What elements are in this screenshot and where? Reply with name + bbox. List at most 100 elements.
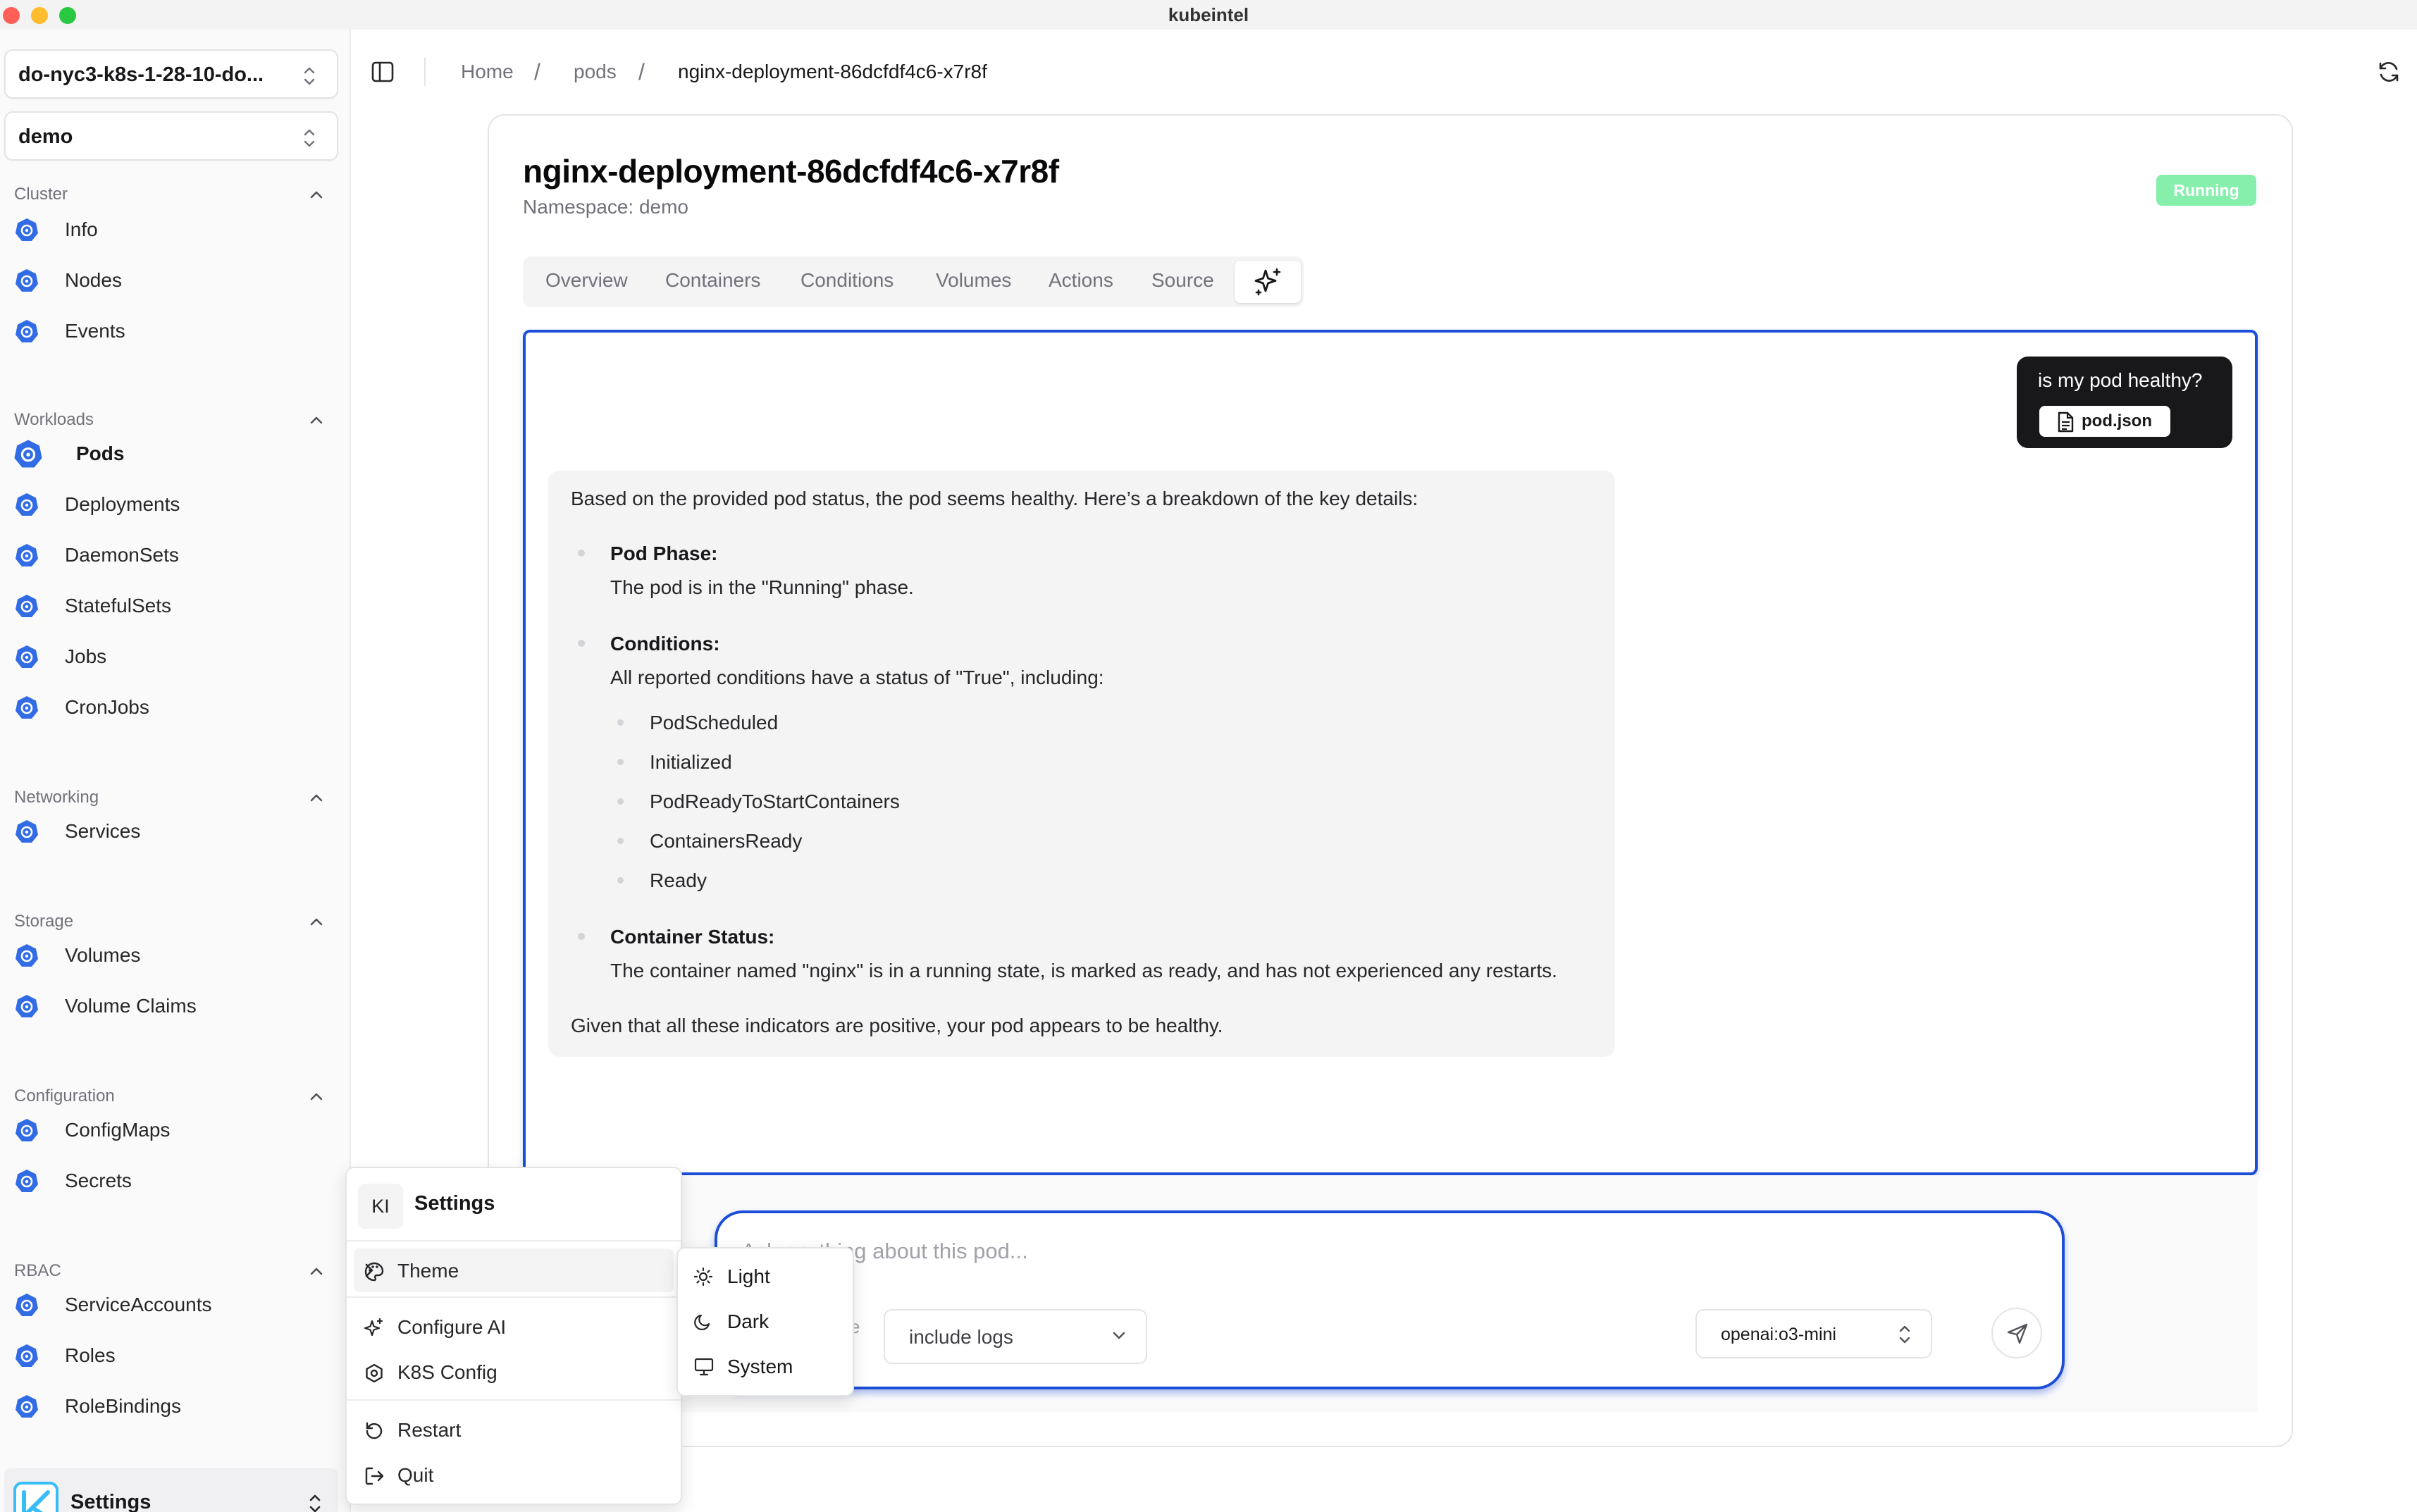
attachment-chip[interactable]: pod.json [2039, 406, 2170, 437]
menu-item-theme[interactable]: Theme [354, 1248, 674, 1292]
sidebar-item-deployments[interactable]: Deployments [10, 483, 334, 526]
sidebar: do-nyc3-k8s-1-28-10-do... demo Cluster In… [0, 30, 351, 1512]
send-button[interactable] [1991, 1308, 2042, 1358]
chevron-up-icon[interactable] [306, 187, 327, 202]
moon-icon [694, 1314, 710, 1330]
header-divider [424, 58, 426, 86]
sidebar-item-cronjobs[interactable]: CronJobs [10, 686, 334, 729]
sidebar-item-events[interactable]: Events [10, 309, 334, 353]
sidebar-settings-label: Settings [70, 1491, 152, 1512]
theme-option-dark[interactable]: Dark [684, 1301, 847, 1341]
menu-item-label: Quit [397, 1464, 434, 1486]
kubeintel-logo-icon [13, 1482, 58, 1512]
sidebar-item-volume-claims[interactable]: Volume Claims [10, 984, 334, 1028]
sparkles-icon [364, 1318, 383, 1337]
tab-containers[interactable]: Containers [665, 269, 760, 292]
condition-item: PodScheduled [650, 712, 779, 733]
cluster-selector-value: do-nyc3-k8s-1-28-10-do... [18, 63, 264, 86]
tab-volumes[interactable]: Volumes [936, 269, 1011, 292]
tab-ai-chat[interactable] [1235, 261, 1301, 303]
tab-actions[interactable]: Actions [1049, 269, 1113, 292]
sidebar-item-services[interactable]: Services [10, 810, 334, 853]
sidebar-item-rolebindings[interactable]: RoleBindings [10, 1384, 334, 1428]
condition-item: Initialized [650, 751, 732, 773]
theme-option-system[interactable]: System [684, 1346, 847, 1387]
sidebar-item-label: Info [65, 218, 98, 240]
user-message-text: is my pod healthy? [2038, 369, 2203, 391]
chevrons-up-down-icon [309, 1494, 321, 1512]
settings-menu-title: Settings [414, 1192, 495, 1215]
sidebar-item-label: DaemonSets [65, 544, 179, 566]
namespace-selector[interactable]: demo [4, 111, 338, 161]
toggle-sidebar-icon[interactable] [371, 61, 395, 83]
menu-item-label: Theme [397, 1260, 459, 1282]
sidebar-item-secrets[interactable]: Secrets [10, 1159, 334, 1203]
breadcrumb-pods[interactable]: pods [574, 61, 617, 83]
container-heading: Container Status: [610, 926, 775, 948]
sidebar-item-label: Events [65, 320, 125, 342]
list-bullet [578, 640, 585, 647]
sidebar-item-nodes[interactable]: Nodes [10, 259, 334, 302]
sidebar-item-label: StatefulSets [65, 595, 171, 616]
tab-overview[interactable]: Overview [545, 269, 628, 292]
menu-item-label: K8S Config [397, 1361, 497, 1383]
menu-item-quit[interactable]: Quit [354, 1453, 674, 1496]
kubernetes-resource-icon [14, 819, 39, 848]
sidebar-item-label: ServiceAccounts [65, 1294, 212, 1315]
include-logs-select[interactable]: include logs [884, 1309, 1147, 1364]
namespace-selector-value: demo [18, 125, 73, 148]
sidebar-group-storage: Storage [14, 912, 74, 931]
sidebar-item-label: Volumes [65, 944, 141, 966]
chevron-up-icon[interactable] [306, 791, 327, 805]
sidebar-item-roles[interactable]: Roles [10, 1334, 334, 1377]
theme-option-label: System [727, 1356, 793, 1377]
sidebar-item-label: Jobs [65, 645, 107, 667]
container-text: The container named "nginx" is in a runn… [610, 960, 1557, 981]
kubernetes-resource-icon [14, 993, 39, 1022]
sidebar-item-pods[interactable]: Pods [10, 432, 334, 476]
list-bullet [617, 719, 624, 726]
breadcrumb-separator: / [534, 59, 540, 85]
cluster-selector[interactable]: do-nyc3-k8s-1-28-10-do... [4, 49, 338, 99]
kubernetes-resource-icon [14, 492, 39, 521]
chevron-up-icon[interactable] [306, 1089, 327, 1103]
sidebar-group-networking: Networking [14, 788, 99, 807]
theme-option-light[interactable]: Light [684, 1256, 847, 1296]
list-bullet [578, 550, 585, 557]
menu-item-label: Configure AI [397, 1316, 507, 1338]
sidebar-item-label: Roles [65, 1344, 116, 1366]
chevron-up-icon[interactable] [306, 1264, 327, 1278]
menu-item-k8s-config[interactable]: K8S Config [354, 1350, 674, 1394]
sidebar-group-workloads: Workloads [14, 410, 94, 429]
sidebar-item-jobs[interactable]: Jobs [10, 635, 334, 678]
menu-item-configure-ai[interactable]: Configure AI [354, 1305, 674, 1349]
assistant-conclusion: Given that all these indicators are posi… [571, 1015, 1223, 1036]
status-badge: Running [2156, 175, 2256, 206]
refresh-icon[interactable] [2376, 59, 2401, 85]
sidebar-item-serviceaccounts[interactable]: ServiceAccounts [10, 1283, 334, 1327]
sidebar-item-volumes[interactable]: Volumes [10, 934, 334, 977]
chevron-up-icon[interactable] [306, 413, 327, 427]
sidebar-group-cluster: Cluster [14, 185, 68, 204]
chevron-up-icon[interactable] [306, 915, 327, 929]
sidebar-settings-button[interactable]: Settings [4, 1468, 338, 1512]
kubernetes-resource-icon [14, 1394, 39, 1423]
theme-option-label: Dark [727, 1310, 769, 1332]
tab-source[interactable]: Source [1151, 269, 1214, 292]
menu-divider [347, 1399, 681, 1401]
sidebar-item-statefulsets[interactable]: StatefulSets [10, 584, 334, 628]
sidebar-item-configmaps[interactable]: ConfigMaps [10, 1108, 334, 1152]
conditions-text: All reported conditions have a status of… [610, 667, 1104, 688]
sidebar-item-label: ConfigMaps [65, 1119, 171, 1141]
chevron-right-icon [365, 1263, 373, 1277]
tab-conditions[interactable]: Conditions [800, 269, 894, 292]
menu-item-restart[interactable]: Restart [354, 1408, 674, 1451]
model-select[interactable]: openai:o3-mini [1695, 1309, 1932, 1358]
menu-divider [347, 1296, 681, 1298]
sidebar-item-info[interactable]: Info [10, 208, 334, 252]
breadcrumb-home[interactable]: Home [461, 61, 514, 83]
list-bullet [578, 933, 585, 940]
sidebar-item-label: Services [65, 820, 141, 842]
window-titlebar: kubeintel [0, 0, 2417, 30]
sidebar-item-daemonsets[interactable]: DaemonSets [10, 533, 334, 577]
